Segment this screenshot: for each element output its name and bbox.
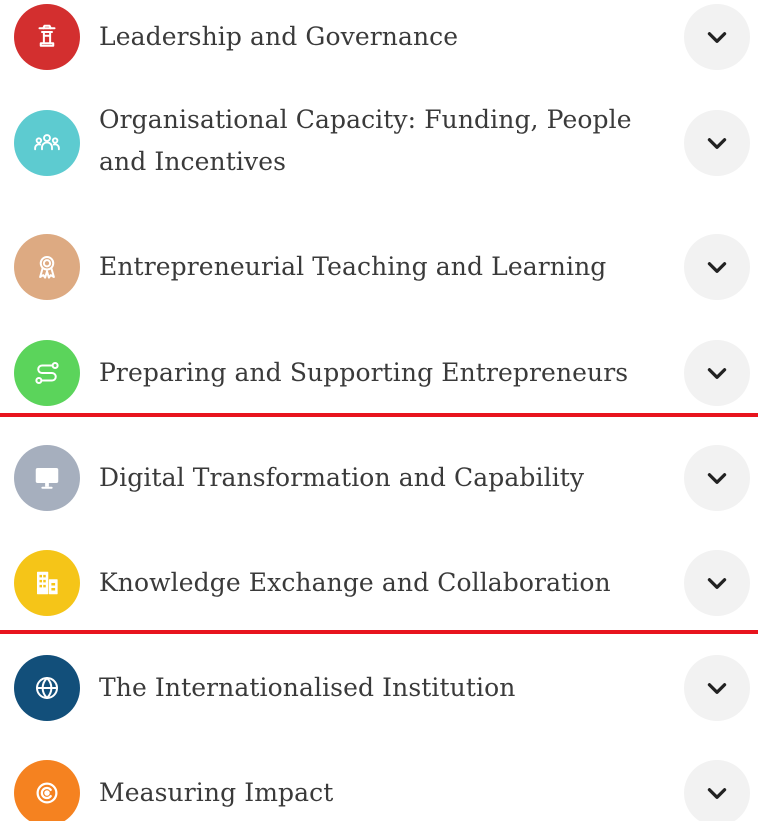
item-icon-circle	[14, 760, 80, 821]
item-icon-circle	[14, 4, 80, 70]
accordion-list: Leadership and Governance Organisational…	[0, 0, 758, 821]
expand-toggle-button[interactable]	[684, 445, 750, 511]
chevron-down-icon	[707, 262, 727, 273]
accordion-item-measuring-impact[interactable]: Measuring Impact	[0, 760, 758, 821]
expand-toggle-button[interactable]	[684, 4, 750, 70]
monitor-icon	[35, 468, 59, 489]
chevron-down-icon	[707, 683, 727, 694]
target-icon	[36, 782, 58, 804]
route-icon	[35, 362, 59, 384]
award-ribbon-icon	[39, 256, 55, 279]
item-label: Entrepreneurial Teaching and Learning	[99, 252, 607, 281]
buildings-icon	[37, 571, 58, 595]
accordion-item-entrepreneurial-teaching[interactable]: Entrepreneurial Teaching and Learning	[0, 234, 758, 300]
chevron-down-icon	[707, 473, 727, 484]
item-icon-circle	[14, 110, 80, 176]
section-divider	[0, 413, 758, 417]
item-label: Preparing and Supporting Entrepreneurs	[99, 358, 629, 387]
item-label: Knowledge Exchange and Collaboration	[99, 568, 611, 597]
accordion-item-knowledge-exchange[interactable]: Knowledge Exchange and Collaboration	[0, 550, 758, 616]
chevron-down-icon	[707, 368, 727, 379]
accordion-item-organisational-capacity[interactable]: Organisational Capacity: Funding, People…	[0, 105, 758, 176]
item-icon-circle	[14, 445, 80, 511]
expand-toggle-button[interactable]	[684, 760, 750, 821]
item-label: Digital Transformation and Capability	[99, 463, 585, 492]
chevron-down-icon	[707, 788, 727, 799]
item-icon-circle	[14, 550, 80, 616]
item-icon-circle	[14, 655, 80, 721]
expand-toggle-button[interactable]	[684, 110, 750, 176]
podium-icon	[38, 24, 56, 47]
globe-icon	[36, 677, 58, 699]
section-divider	[0, 630, 758, 634]
item-icon-circle	[14, 234, 80, 300]
expand-toggle-button[interactable]	[684, 550, 750, 616]
accordion-item-leadership-governance[interactable]: Leadership and Governance	[0, 4, 758, 70]
item-icon-circle	[14, 340, 80, 406]
item-label: Organisational Capacity: Funding, People…	[99, 105, 632, 176]
chevron-down-icon	[707, 138, 727, 149]
expand-toggle-button[interactable]	[684, 340, 750, 406]
people-icon	[34, 134, 60, 151]
accordion-item-internationalised-institution[interactable]: The Internationalised Institution	[0, 655, 758, 721]
accordion-item-digital-transformation[interactable]: Digital Transformation and Capability	[0, 445, 758, 511]
item-label: Leadership and Governance	[99, 22, 459, 51]
accordion-item-preparing-supporting[interactable]: Preparing and Supporting Entrepreneurs	[0, 340, 758, 406]
expand-toggle-button[interactable]	[684, 655, 750, 721]
item-label: The Internationalised Institution	[99, 673, 516, 702]
expand-toggle-button[interactable]	[684, 234, 750, 300]
chevron-down-icon	[707, 578, 727, 589]
chevron-down-icon	[707, 32, 727, 43]
item-label: Measuring Impact	[99, 778, 334, 807]
